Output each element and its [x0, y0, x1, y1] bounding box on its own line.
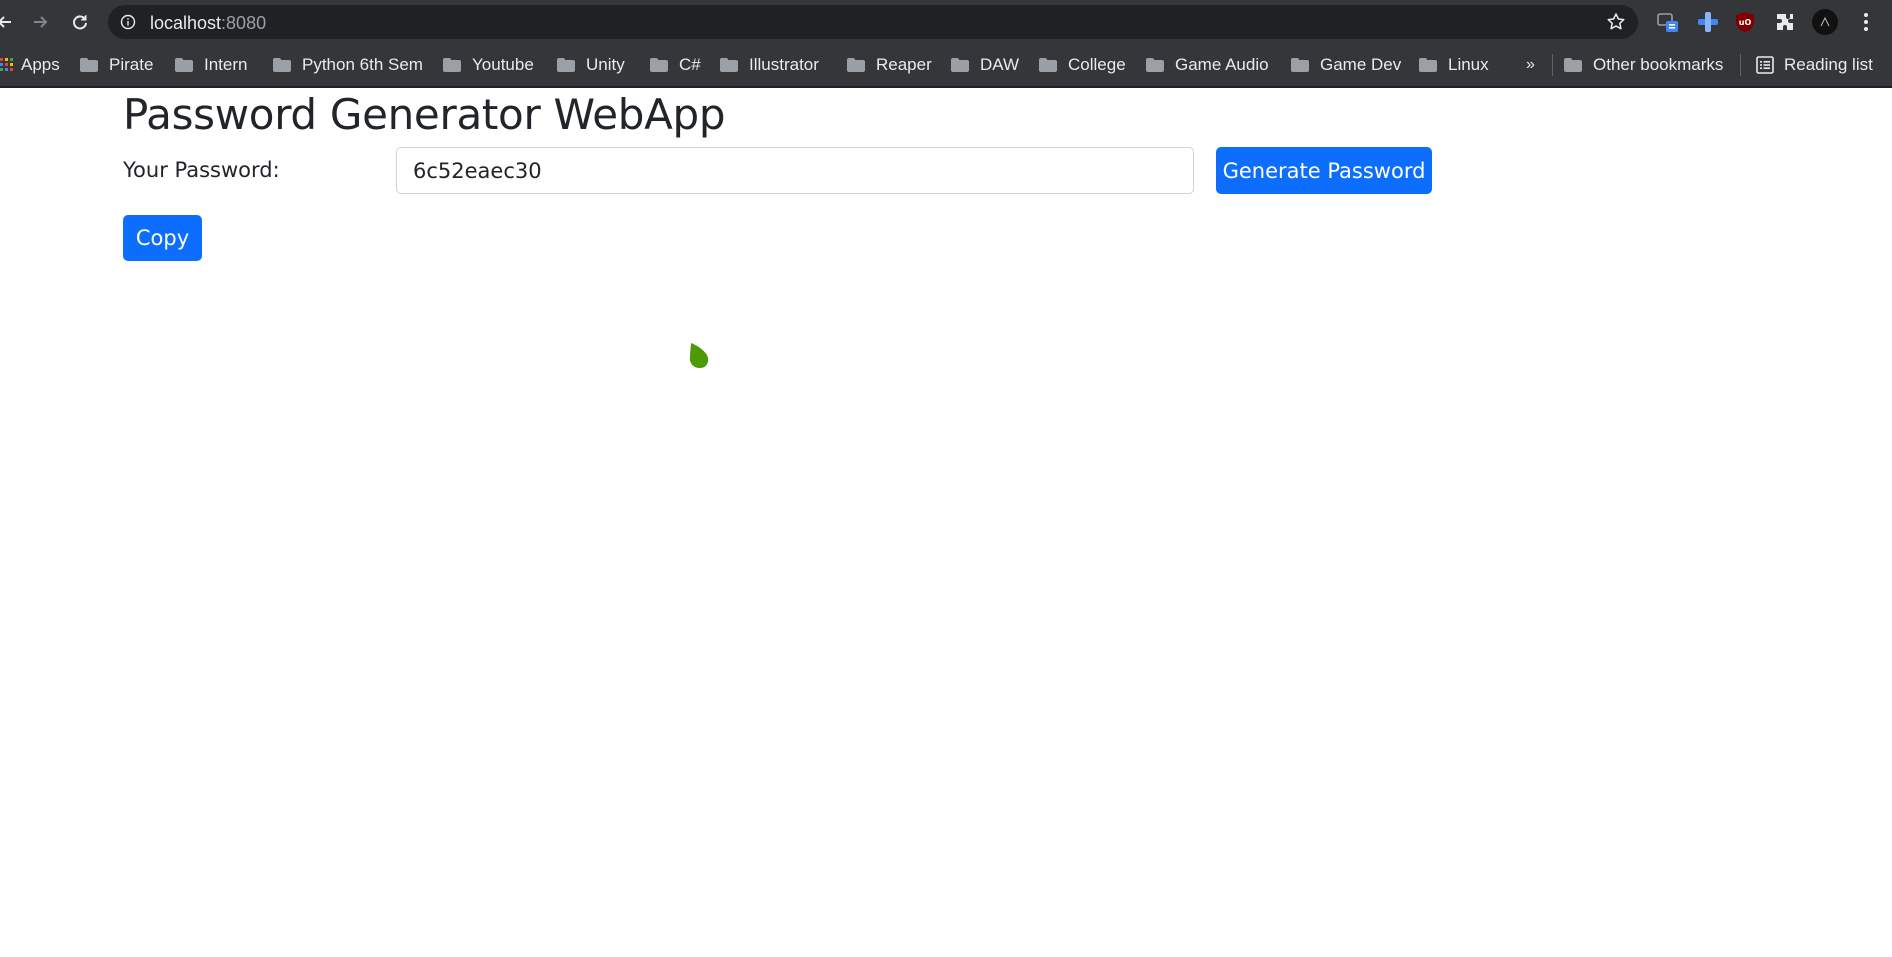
generate-password-button[interactable]: Generate Password — [1216, 147, 1432, 194]
bookmark-folder[interactable]: Linux — [1419, 53, 1489, 77]
bookmark-label: Illustrator — [749, 55, 819, 74]
bookmark-folder[interactable]: C# — [650, 53, 701, 77]
forward-icon[interactable] — [29, 11, 51, 33]
bookmark-label: Game Dev — [1320, 55, 1402, 74]
bookmarks-divider — [1740, 54, 1741, 76]
folder-icon — [1291, 58, 1309, 72]
bookmark-label: Other bookmarks — [1593, 55, 1724, 74]
bookmarks-bar: Apps Pirate Intern Python 6th Sem Youtub… — [0, 44, 1892, 88]
bookmark-folder[interactable]: DAW — [951, 53, 1019, 77]
bookmark-label: Python 6th Sem — [302, 55, 423, 74]
folder-icon — [443, 58, 461, 72]
bookmark-folder[interactable]: Reaper — [847, 53, 932, 77]
bookmark-label: Reaper — [876, 55, 932, 74]
bookmark-label: Reading list — [1784, 55, 1873, 74]
bookmark-label: Pirate — [109, 55, 154, 74]
bookmark-folder[interactable]: Intern — [175, 53, 247, 77]
reading-list-button[interactable]: Reading list — [1756, 53, 1873, 77]
bookmark-apps[interactable]: Apps — [0, 53, 60, 77]
translate-extension-icon[interactable] — [1656, 10, 1680, 34]
chevron-double-right-icon: » — [1526, 56, 1535, 73]
bookmark-folder[interactable]: Youtube — [443, 53, 534, 77]
reading-list-icon — [1756, 56, 1774, 74]
copy-button[interactable]: Copy — [123, 215, 202, 261]
bookmark-other[interactable]: Other bookmarks — [1564, 53, 1723, 77]
bookmark-folder[interactable]: Python 6th Sem — [273, 53, 423, 77]
back-icon[interactable] — [0, 11, 16, 33]
cursor-highlight-icon — [689, 343, 709, 368]
bookmark-label: Linux — [1448, 55, 1489, 74]
folder-icon — [1419, 58, 1437, 72]
folder-icon — [175, 58, 193, 72]
reload-icon[interactable] — [69, 11, 91, 33]
password-label: Your Password: — [123, 158, 280, 182]
bookmark-label: Apps — [21, 55, 60, 74]
address-bar[interactable]: localhost:8080 — [108, 5, 1638, 39]
bookmark-label: Youtube — [472, 55, 534, 74]
bookmarks-overflow-button[interactable]: » — [1526, 53, 1535, 77]
extension-cross-icon[interactable] — [1696, 10, 1720, 34]
bookmark-label: DAW — [980, 55, 1020, 74]
bookmark-label: Intern — [204, 55, 248, 74]
menu-icon[interactable] — [1854, 10, 1878, 34]
extensions-icon[interactable] — [1773, 10, 1797, 34]
info-icon[interactable] — [120, 14, 136, 35]
bookmark-folder[interactable]: Illustrator — [720, 53, 819, 77]
ublock-origin-icon[interactable]: uO — [1733, 10, 1757, 34]
bookmark-folder[interactable]: Pirate — [80, 53, 153, 77]
folder-icon — [1564, 58, 1582, 72]
bookmark-folder[interactable]: Game Audio — [1146, 53, 1269, 77]
url-text: localhost:8080 — [150, 13, 267, 33]
bookmarks-divider — [1552, 54, 1553, 76]
bookmark-folder[interactable]: Game Dev — [1291, 53, 1401, 77]
star-icon[interactable] — [1606, 12, 1626, 37]
folder-icon — [720, 58, 738, 72]
bookmark-label: Game Audio — [1175, 55, 1269, 74]
bookmark-folder[interactable]: Unity — [557, 53, 625, 77]
folder-icon — [951, 58, 969, 72]
browser-toolbar: localhost:8080 uO — [0, 0, 1892, 44]
profile-avatar-icon[interactable] — [1812, 9, 1838, 35]
password-input[interactable] — [396, 147, 1194, 194]
svg-text:uO: uO — [1739, 18, 1752, 27]
folder-icon — [1039, 58, 1057, 72]
page-title: Password Generator WebApp — [123, 90, 726, 139]
bookmark-label: College — [1068, 55, 1126, 74]
bookmark-folder[interactable]: College — [1039, 53, 1126, 77]
apps-grid-icon — [0, 58, 13, 71]
folder-icon — [80, 58, 98, 72]
folder-icon — [847, 58, 865, 72]
folder-icon — [557, 58, 575, 72]
bookmark-label: C# — [679, 55, 701, 74]
folder-icon — [273, 58, 291, 72]
folder-icon — [650, 58, 668, 72]
folder-icon — [1146, 58, 1164, 72]
bookmark-label: Unity — [586, 55, 625, 74]
